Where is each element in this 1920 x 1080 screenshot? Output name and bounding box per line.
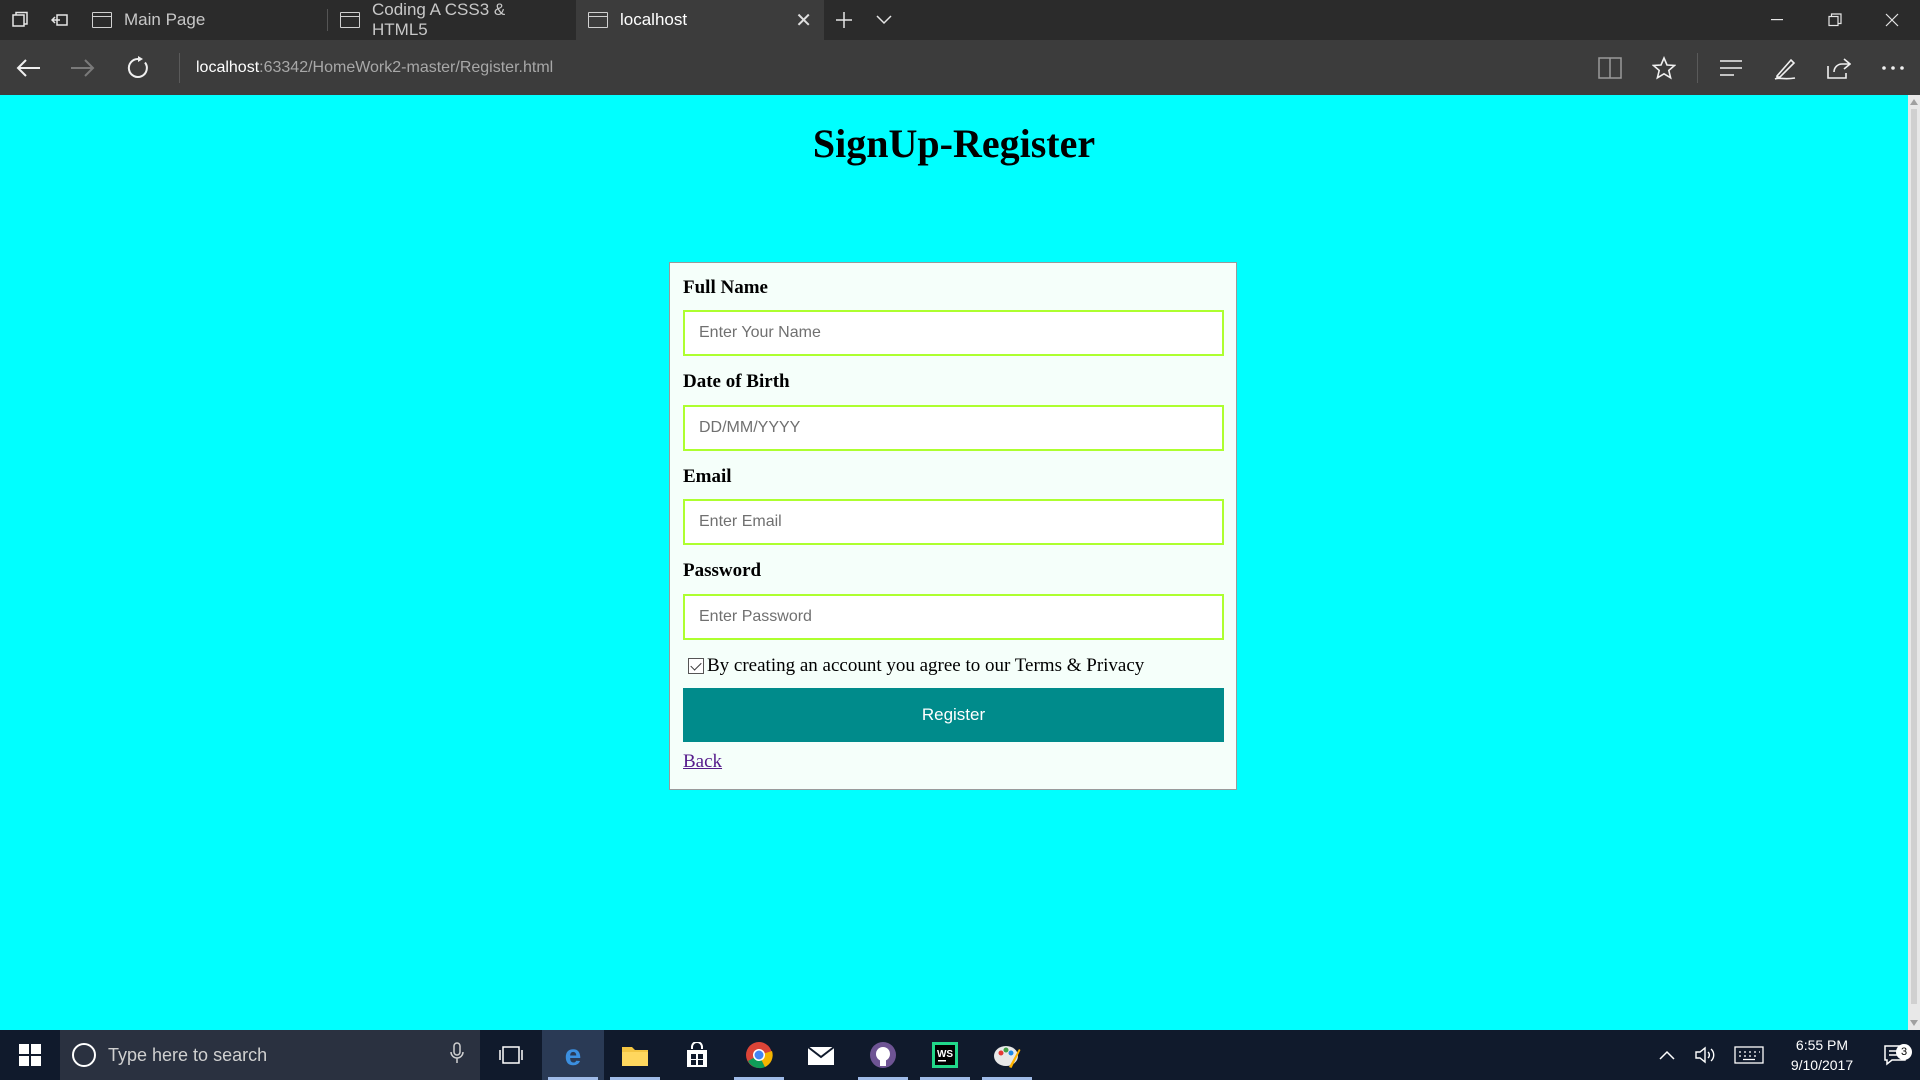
file-explorer-icon[interactable] — [604, 1030, 666, 1080]
favorite-star-icon[interactable] — [1637, 40, 1691, 95]
share-icon[interactable] — [1812, 40, 1866, 95]
show-hidden-icons-chevron-icon[interactable] — [1648, 1050, 1686, 1060]
github-icon[interactable] — [852, 1030, 914, 1080]
web-note-pen-icon[interactable] — [1758, 40, 1812, 95]
address-separator — [179, 52, 180, 83]
toolbar-separator — [1697, 52, 1698, 83]
svg-text:e: e — [565, 1041, 582, 1069]
date-of-birth-label: Date of Birth — [683, 371, 790, 392]
scroll-up-arrow-icon[interactable] — [1910, 99, 1918, 105]
register-button[interactable]: Register — [683, 688, 1224, 742]
chrome-icon[interactable] — [728, 1030, 790, 1080]
svg-text:WS: WS — [937, 1049, 953, 1060]
taskbar-search-box[interactable]: Type here to search — [60, 1030, 480, 1080]
email-input[interactable] — [683, 499, 1224, 545]
email-label: Email — [683, 466, 732, 487]
reading-view-icon[interactable] — [1583, 40, 1637, 95]
address-host: localhost — [196, 58, 260, 76]
address-bar[interactable]: localhost:63342/HomeWork2-master/Registe… — [196, 59, 553, 77]
full-name-input[interactable] — [683, 310, 1224, 356]
touch-keyboard-icon[interactable] — [1724, 1046, 1774, 1064]
tab-manager-icon[interactable] — [0, 0, 40, 40]
taskbar-clock[interactable]: 6:55 PM 9/10/2017 — [1774, 1035, 1870, 1075]
forward-arrow-icon[interactable] — [55, 40, 110, 95]
password-input[interactable] — [683, 594, 1224, 640]
back-arrow-icon[interactable] — [0, 40, 55, 95]
terms-agreement-row: By creating an account you agree to our … — [688, 655, 1144, 677]
restore-icon[interactable] — [1806, 0, 1863, 40]
more-options-icon[interactable] — [1866, 40, 1920, 95]
tab-label: Main Page — [124, 10, 206, 29]
page-icon — [92, 12, 112, 28]
terms-agreement-text: By creating an account you agree to our … — [707, 655, 1145, 676]
tab-label: localhost — [620, 10, 688, 29]
refresh-icon[interactable] — [110, 40, 165, 95]
scroll-down-arrow-icon[interactable] — [1910, 1020, 1918, 1026]
paint-icon[interactable] — [976, 1030, 1038, 1080]
date-of-birth-input[interactable] — [683, 405, 1224, 451]
minimize-icon[interactable] — [1749, 0, 1806, 40]
tab-localhost[interactable]: localhost ✕ — [576, 0, 824, 40]
page-icon — [340, 12, 360, 28]
task-view-icon[interactable] — [480, 1030, 542, 1080]
close-window-icon[interactable] — [1863, 0, 1920, 40]
clock-date: 9/10/2017 — [1790, 1057, 1854, 1073]
register-form: Full Name Date of Birth Email Password B… — [669, 262, 1237, 790]
tab-label: Coding A CSS3 & HTML5 — [372, 0, 506, 39]
set-aside-tabs-icon[interactable] — [40, 0, 80, 40]
cortana-icon — [72, 1043, 96, 1067]
tab-preview-chevron-icon[interactable] — [864, 0, 904, 40]
system-tray: 6:55 PM 9/10/2017 3 — [1648, 1030, 1920, 1080]
store-icon[interactable] — [666, 1030, 728, 1080]
vertical-scrollbar[interactable] — [1908, 95, 1920, 1030]
full-name-label: Full Name — [683, 277, 768, 298]
back-link[interactable]: Back — [683, 751, 722, 773]
terms-checkbox[interactable] — [688, 658, 704, 674]
new-tab-icon[interactable] — [824, 0, 864, 40]
address-path: :63342/HomeWork2-master/Register.html — [259, 58, 554, 76]
notification-count-badge: 3 — [1896, 1044, 1912, 1060]
browser-tab-bar: Main Page Coding A CSS3 & HTML5 localhos… — [0, 0, 1920, 40]
close-tab-icon[interactable]: ✕ — [795, 8, 812, 33]
volume-icon[interactable] — [1686, 1046, 1724, 1064]
page-title: SignUp-Register — [812, 121, 1096, 166]
tab-main-page[interactable]: Main Page — [80, 0, 328, 40]
action-center-icon[interactable]: 3 — [1870, 1044, 1920, 1066]
windows-start-icon[interactable] — [0, 1030, 60, 1080]
scroll-thumb[interactable] — [1911, 109, 1917, 1004]
mail-icon[interactable] — [790, 1030, 852, 1080]
password-label: Password — [683, 560, 762, 581]
edge-icon[interactable]: e — [542, 1030, 604, 1080]
browser-nav-bar: localhost:63342/HomeWork2-master/Registe… — [0, 40, 1920, 95]
clock-time: 6:55 PM — [1795, 1037, 1849, 1053]
microphone-icon[interactable] — [450, 1041, 464, 1069]
windows-taskbar: Type here to search e WS 6:55 PM 9/10/20… — [0, 1030, 1920, 1080]
webstorm-icon[interactable]: WS — [914, 1030, 976, 1080]
tab-coding-css3-html5[interactable]: Coding A CSS3 & HTML5 — [328, 0, 576, 40]
page-icon — [588, 12, 608, 28]
hub-icon[interactable] — [1704, 40, 1758, 95]
taskbar-search-placeholder: Type here to search — [108, 1044, 268, 1065]
